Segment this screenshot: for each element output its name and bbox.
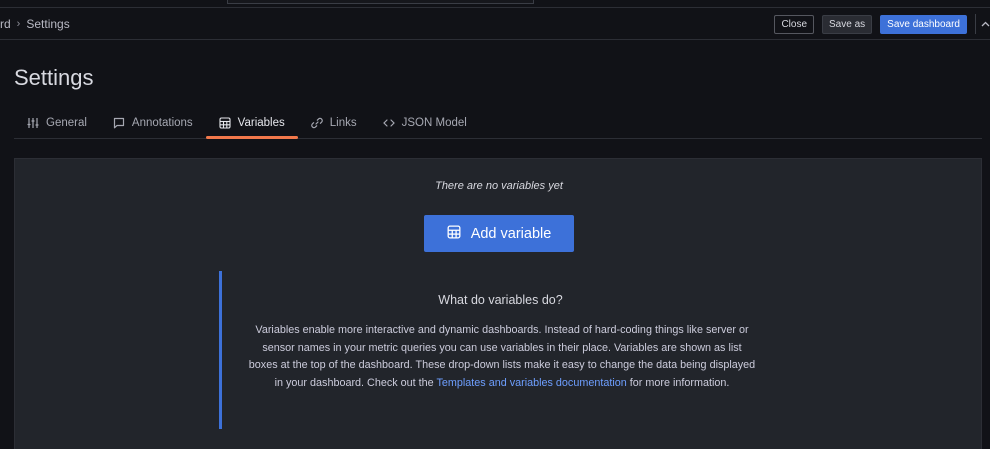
- empty-state-message: There are no variables yet: [435, 180, 563, 192]
- toolbar-actions: Close Save as Save dashboard: [774, 14, 990, 34]
- tab-links[interactable]: Links: [298, 107, 370, 138]
- calculator-icon: [447, 225, 461, 243]
- save-dashboard-button[interactable]: Save dashboard: [880, 14, 967, 34]
- tab-json-model[interactable]: JSON Model: [370, 107, 480, 138]
- close-button[interactable]: Close: [774, 14, 815, 34]
- info-body: Variables enable more interactive and dy…: [247, 322, 757, 392]
- add-variable-label: Add variable: [470, 225, 552, 242]
- settings-tabs: General Annotations Variables Links JSON…: [14, 107, 982, 139]
- page-title: Settings: [14, 65, 94, 90]
- tab-json-model-label: JSON Model: [401, 116, 467, 129]
- tab-variables[interactable]: Variables: [205, 107, 298, 139]
- calculator-icon: [219, 116, 231, 129]
- variables-info-box: What do variables do? Variables enable m…: [219, 271, 779, 429]
- chevron-up-icon[interactable]: [976, 15, 990, 34]
- save-as-button[interactable]: Save as: [822, 14, 873, 34]
- breadcrumb: rd › Settings: [0, 17, 70, 31]
- breadcrumb-separator: ›: [16, 18, 21, 30]
- sliders-icon: [27, 117, 39, 129]
- tab-annotations-label: Annotations: [131, 116, 193, 129]
- top-strip: [0, 0, 990, 8]
- templates-docs-link[interactable]: Templates and variables documentation: [436, 377, 626, 389]
- variables-empty-panel: There are no variables yet Add variable …: [14, 158, 982, 449]
- tab-variables-label: Variables: [237, 116, 285, 129]
- tab-general[interactable]: General: [14, 107, 100, 138]
- info-heading: What do variables do?: [438, 293, 563, 307]
- tab-links-label: Links: [329, 116, 357, 129]
- top-input-fragment: [227, 0, 534, 4]
- comment-icon: [113, 117, 125, 129]
- tab-general-label: General: [46, 116, 87, 129]
- add-variable-button[interactable]: Add variable: [424, 215, 574, 252]
- code-icon: [382, 117, 395, 129]
- tab-annotations[interactable]: Annotations: [100, 107, 206, 138]
- dashboard-toolbar: rd › Settings Close Save as Save dashboa…: [0, 8, 990, 40]
- info-body-suffix: for more information.: [626, 376, 730, 389]
- breadcrumb-dashboard-link[interactable]: rd: [0, 17, 11, 31]
- breadcrumb-settings: Settings: [26, 17, 70, 31]
- link-icon: [310, 117, 323, 129]
